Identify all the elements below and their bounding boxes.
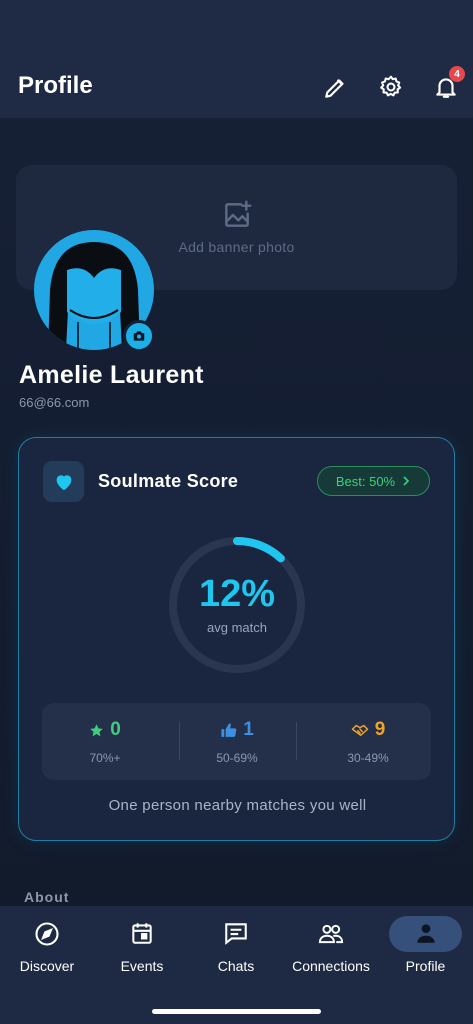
edit-profile-button[interactable]	[321, 72, 351, 102]
calendar-icon	[132, 923, 152, 944]
score-caption: avg match	[207, 620, 267, 635]
chevron-right-icon	[403, 476, 410, 486]
tab-connections[interactable]: Connections	[284, 916, 378, 980]
compass-icon	[35, 922, 59, 946]
stat-mid-match: 1 50-69%	[177, 703, 297, 780]
tab-label: Connections	[292, 958, 370, 974]
best-score-button[interactable]: Best: 50%	[317, 466, 430, 496]
notifications-button[interactable]: 4	[431, 66, 465, 102]
tab-discover[interactable]: Discover	[0, 916, 94, 980]
top-app-bar: Profile 4	[0, 0, 473, 118]
people-icon	[318, 924, 344, 944]
stat-high-range: 70%+	[89, 751, 121, 765]
user-email: 66@66.com	[19, 395, 90, 410]
match-stats: 0 70%+ 1 50-69% 9 30-49%	[42, 703, 431, 780]
heart-icon	[56, 474, 71, 490]
camera-icon	[133, 331, 145, 341]
heart-badge	[43, 461, 84, 502]
tab-label: Chats	[217, 958, 255, 974]
stat-mid-count: 1	[243, 719, 254, 740]
stat-high-count: 0	[110, 719, 121, 740]
nearby-match-text: One person nearby matches you well	[108, 797, 367, 814]
image-add-icon	[225, 200, 252, 227]
star-icon	[90, 723, 103, 736]
soulmate-score-card: Soulmate Score Best: 50% 12% avg match 0…	[18, 437, 455, 841]
best-score-label: Best: 50%	[335, 473, 396, 489]
tab-label: Events	[120, 958, 164, 974]
stat-divider	[296, 722, 297, 760]
tab-chats[interactable]: Chats	[189, 916, 283, 980]
page-title: Profile	[18, 72, 93, 99]
stat-high-match: 0 70%+	[45, 703, 165, 780]
stat-low-match: 9 30-49%	[308, 703, 428, 780]
pencil-icon	[325, 79, 344, 98]
stat-mid-range: 50-69%	[216, 751, 258, 765]
profile-content[interactable]: Add banner photo Amelie Laurent 66@66.co…	[0, 118, 473, 906]
tab-profile[interactable]: Profile	[389, 916, 462, 980]
gear-icon	[380, 75, 402, 97]
stat-low-count: 9	[374, 719, 386, 740]
user-name: Amelie Laurent	[19, 361, 204, 389]
thumbs-up-icon	[221, 722, 237, 737]
chat-icon	[225, 923, 247, 945]
change-avatar-button[interactable]	[123, 320, 155, 352]
handshake-icon	[351, 724, 368, 736]
tab-label: Discover	[19, 958, 75, 974]
tab-label: Profile	[405, 958, 446, 974]
score-value: 12%	[198, 573, 276, 615]
stat-low-range: 30-49%	[347, 751, 389, 765]
settings-button[interactable]	[376, 72, 406, 102]
home-indicator	[152, 1009, 321, 1014]
bottom-tab-bar: Discover Events Chats Connections Profil…	[0, 906, 473, 1024]
notification-badge: 4	[449, 66, 465, 82]
tab-events[interactable]: Events	[95, 916, 189, 980]
person-icon	[416, 924, 435, 943]
about-heading: About	[24, 889, 70, 905]
soulmate-score-title: Soulmate Score	[98, 471, 239, 491]
